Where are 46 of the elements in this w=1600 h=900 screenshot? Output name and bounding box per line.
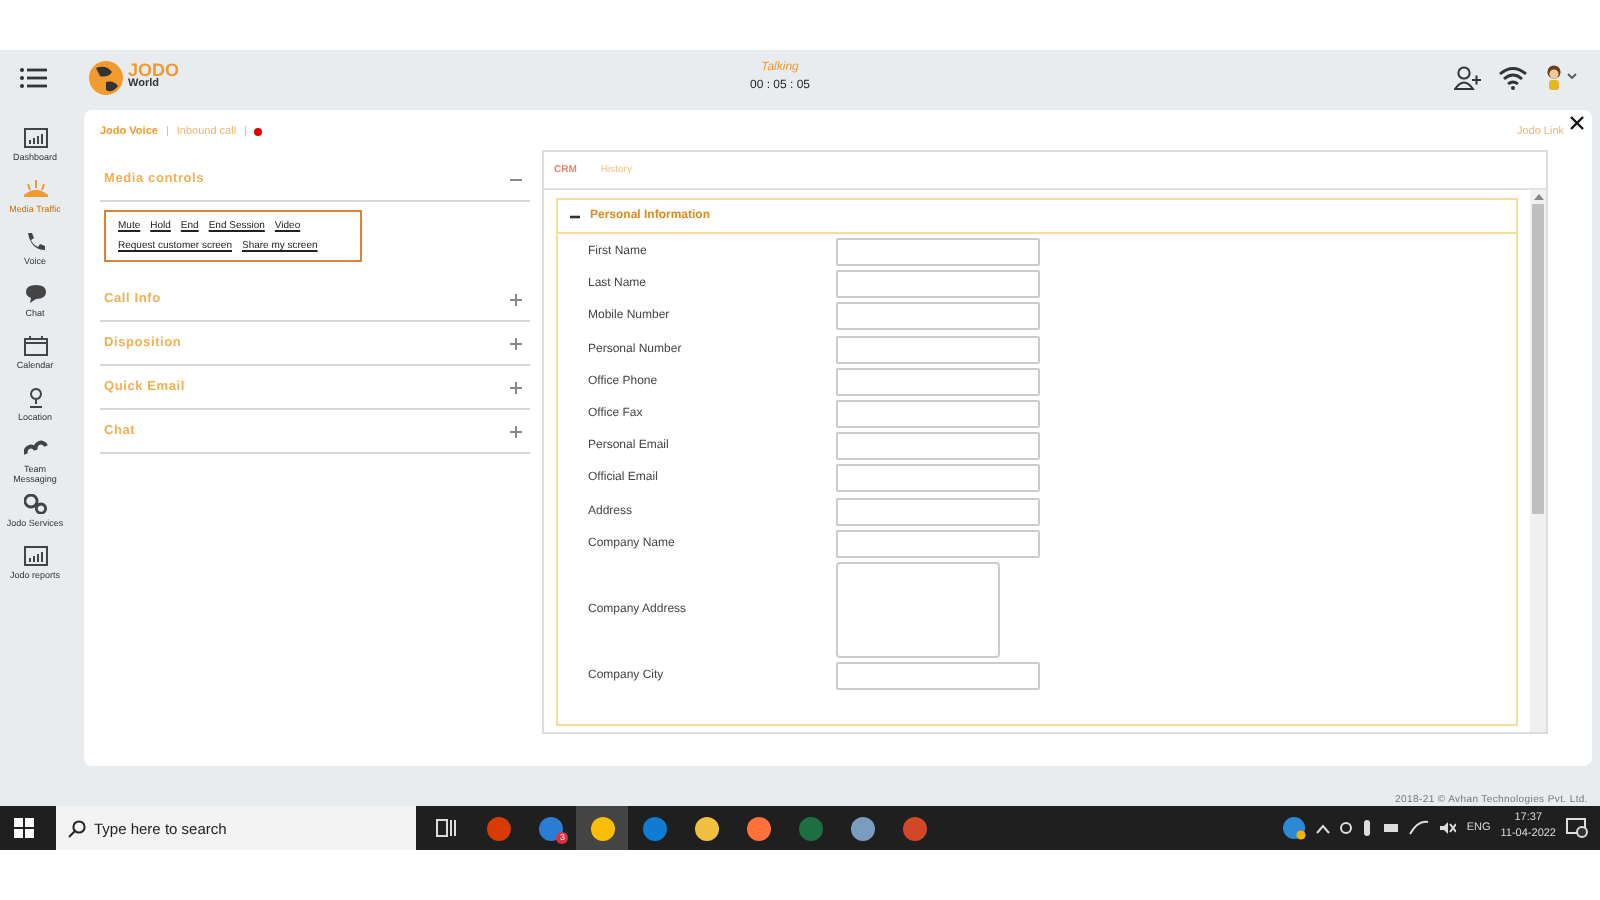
close-icon[interactable] <box>1570 116 1584 130</box>
expand-icon[interactable] <box>510 381 522 393</box>
input-field[interactable] <box>836 270 1040 299</box>
input-field[interactable] <box>836 464 1040 493</box>
input-field[interactable] <box>836 497 1040 525</box>
input-field[interactable] <box>836 529 1040 558</box>
app-icon[interactable] <box>849 815 875 841</box>
sidebar-icon <box>23 336 47 356</box>
sidebar-icon <box>23 493 47 514</box>
input-field[interactable] <box>836 399 1040 428</box>
input-field[interactable] <box>836 335 1040 364</box>
input-field[interactable] <box>836 662 1040 691</box>
wifi-icon[interactable] <box>1498 65 1528 89</box>
app-icon[interactable] <box>537 815 563 841</box>
input-field[interactable] <box>836 367 1040 396</box>
input-field[interactable] <box>836 238 1040 266</box>
task-view-icon[interactable] <box>436 818 456 838</box>
sidebar-icon <box>23 128 47 148</box>
notifications-icon[interactable] <box>1566 818 1588 838</box>
expand-icon[interactable] <box>510 337 522 349</box>
search-icon <box>68 819 86 837</box>
expand-icon[interactable] <box>510 293 522 305</box>
globe-logo-icon <box>88 59 124 95</box>
collapse-icon[interactable] <box>570 213 580 219</box>
scroll-up-icon[interactable] <box>1533 194 1543 200</box>
sidebar-icon <box>23 284 47 304</box>
tray-icons-drawing[interactable] <box>1340 820 1457 836</box>
avatar-icon[interactable] <box>1544 64 1580 90</box>
sidebar-icon <box>23 545 47 566</box>
input-field[interactable] <box>836 302 1040 331</box>
sidebar-icon <box>23 180 47 200</box>
app-icon[interactable] <box>589 815 615 841</box>
expand-icon[interactable] <box>510 425 522 437</box>
add-user-icon[interactable] <box>1454 65 1482 89</box>
scrollbar[interactable] <box>1530 190 1546 732</box>
windows-start-icon[interactable] <box>14 818 34 838</box>
help-icon[interactable] <box>1282 816 1307 840</box>
app-icon[interactable] <box>693 815 719 841</box>
textarea-field[interactable] <box>836 561 1000 658</box>
logo-title: JODO <box>128 62 180 81</box>
sidebar-icon <box>23 440 47 460</box>
input-field[interactable] <box>836 432 1040 461</box>
chevron-up-icon[interactable] <box>1316 823 1331 833</box>
sidebar-icon <box>23 232 47 252</box>
menu-icon[interactable] <box>20 67 48 87</box>
app-icon[interactable] <box>745 815 771 841</box>
